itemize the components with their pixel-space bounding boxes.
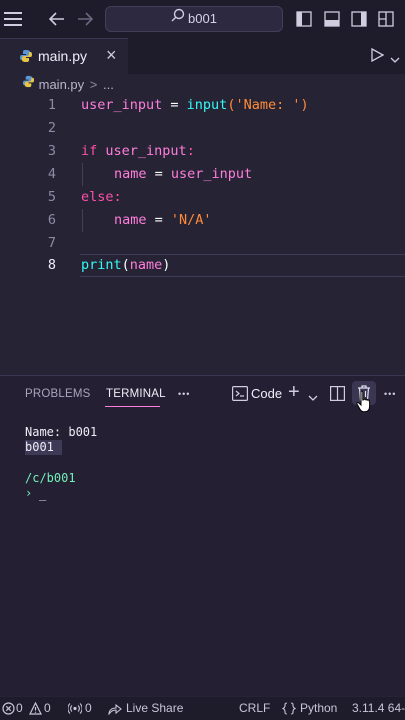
panel-more-actions-icon[interactable]: ••• xyxy=(384,384,396,404)
breadcrumb-file[interactable]: main.py xyxy=(39,77,85,92)
status-bar xyxy=(0,697,405,720)
forward-arrow-icon[interactable] xyxy=(74,0,96,38)
line-number: 5 xyxy=(47,189,56,205)
new-terminal-icon[interactable]: + xyxy=(288,380,300,404)
search-icon xyxy=(171,6,185,30)
active-tab-underline xyxy=(105,406,160,407)
warnings-count[interactable]: 0 xyxy=(44,697,51,720)
toggle-secondary-sidebar-icon[interactable] xyxy=(351,11,367,30)
code-line-6[interactable]: 6 name = 'N/A' xyxy=(0,209,405,232)
customize-layout-icon[interactable] xyxy=(378,11,394,30)
line-number: 8 xyxy=(47,257,56,273)
eol-indicator[interactable]: CRLF xyxy=(239,697,270,720)
tab-close-icon[interactable]: × xyxy=(106,45,117,66)
terminal-cwd-line: /c/b001 xyxy=(25,471,76,485)
live-share-label[interactable]: Live Share xyxy=(126,697,183,720)
breadcrumb-more[interactable]: ... xyxy=(103,77,114,92)
breadcrumb[interactable]: main.py > ... xyxy=(22,75,114,95)
ports-icon[interactable] xyxy=(67,702,83,718)
code-token: input xyxy=(186,97,228,113)
errors-icon[interactable] xyxy=(2,702,15,718)
terminal-cursor[interactable]: _ xyxy=(39,487,46,502)
errors-count[interactable]: 0 xyxy=(16,697,23,720)
split-terminal-icon[interactable] xyxy=(330,386,346,404)
tab-label: main.py xyxy=(38,48,88,64)
breadcrumb-separator: > xyxy=(89,77,98,92)
menu-icon[interactable] xyxy=(0,0,26,38)
bottom-panel xyxy=(0,375,405,696)
line-number: 2 xyxy=(47,120,56,136)
code-token: else xyxy=(81,189,114,205)
ports-count[interactable]: 0 xyxy=(85,697,92,720)
line-number: 1 xyxy=(47,97,56,113)
language-braces-icon[interactable] xyxy=(281,702,297,718)
tab-main-py[interactable]: main.py × xyxy=(0,38,128,74)
line-number: 3 xyxy=(47,143,56,159)
code-token: ) xyxy=(300,97,309,113)
live-share-icon[interactable] xyxy=(108,702,122,718)
mouse-pointer-hand-icon xyxy=(356,390,372,417)
python-icon xyxy=(22,74,35,94)
code-token: name xyxy=(114,166,147,182)
back-arrow-icon[interactable] xyxy=(46,0,68,38)
panel-more-icon[interactable]: ••• xyxy=(178,384,190,404)
terminal-name[interactable]: Code xyxy=(251,385,282,403)
code-token: user_input xyxy=(105,143,187,159)
terminal-dropdown-chevron-icon[interactable] xyxy=(308,390,318,405)
terminal-output-line: b001 xyxy=(25,440,62,455)
language-mode[interactable]: Python xyxy=(300,697,337,720)
terminal-shell-icon xyxy=(232,386,249,404)
code-token: : xyxy=(113,189,122,205)
code-token: ( xyxy=(121,257,130,273)
code-token: : xyxy=(186,143,195,159)
code-line-2[interactable]: 2 xyxy=(0,117,405,140)
code-line-3[interactable]: 3 if user_input: xyxy=(0,140,405,163)
code-line-8[interactable]: 8 print(name) xyxy=(0,254,405,277)
code-token: if xyxy=(81,143,98,159)
terminal-prompt: › xyxy=(25,486,33,500)
command-center-search[interactable]: b001 xyxy=(105,6,283,32)
line-number: 7 xyxy=(47,235,56,251)
code-line-5[interactable]: 5 else: xyxy=(0,186,405,209)
code-token: = xyxy=(146,166,171,182)
code-token: user_input xyxy=(170,166,253,182)
python-interpreter-version[interactable]: 3.11.4 64- xyxy=(352,697,405,720)
code-token: name xyxy=(114,212,147,228)
warnings-icon[interactable] xyxy=(29,701,42,718)
code-token: name xyxy=(129,257,163,273)
code-line-7[interactable]: 7 xyxy=(0,232,405,255)
terminal-output-line: Name: b001 xyxy=(25,425,98,439)
line-number: 6 xyxy=(47,212,56,228)
code-token: print xyxy=(81,257,122,273)
code-token: ) xyxy=(162,257,171,273)
code-token: 'Name: ' xyxy=(235,97,301,113)
code-token: = xyxy=(162,97,187,113)
run-options-chevron-icon[interactable] xyxy=(390,52,400,67)
run-python-icon[interactable] xyxy=(370,47,385,65)
code-token: 'N/A' xyxy=(170,212,212,228)
search-text: b001 xyxy=(188,11,217,26)
python-icon xyxy=(19,49,33,66)
toggle-primary-sidebar-icon[interactable] xyxy=(296,11,312,30)
code-token: user_input xyxy=(81,97,163,113)
toggle-panel-icon[interactable] xyxy=(324,11,340,30)
code-line-1[interactable]: 1 user_input = input('Name: ') xyxy=(0,94,405,117)
code-line-4[interactable]: 4 name = user_input xyxy=(0,163,405,186)
code-token: = xyxy=(146,212,171,228)
tab-problems[interactable]: PROBLEMS xyxy=(25,384,91,404)
tab-terminal[interactable]: TERMINAL xyxy=(106,384,166,404)
line-number: 4 xyxy=(47,166,56,182)
